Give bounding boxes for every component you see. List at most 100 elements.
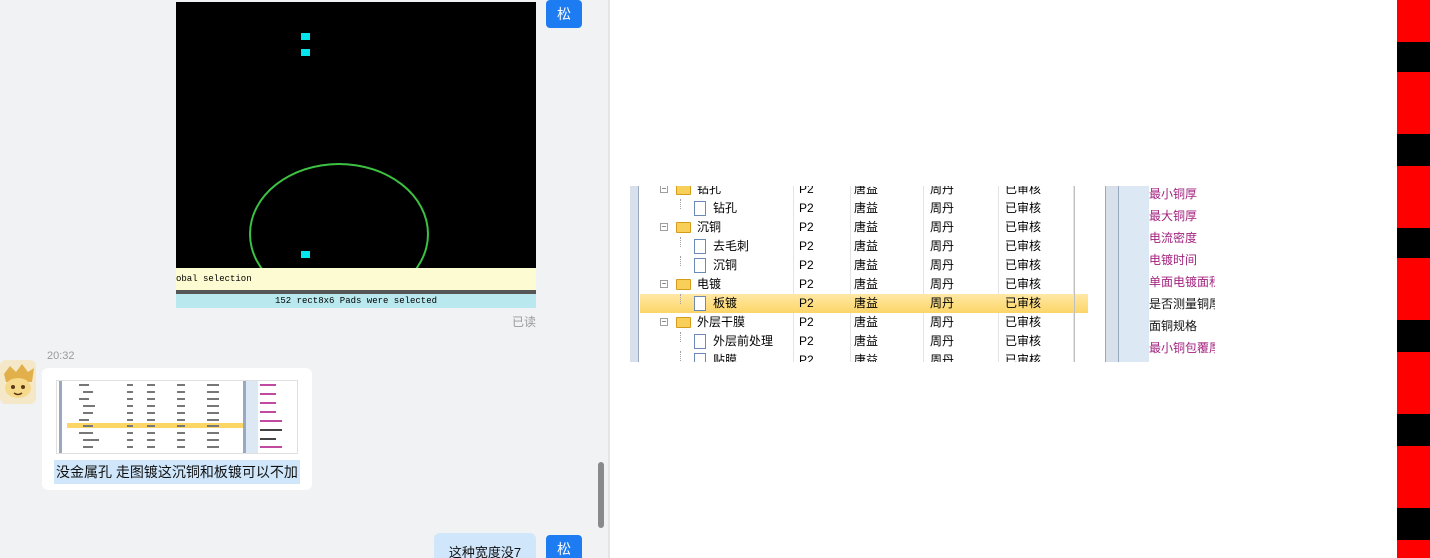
pad-marker [301, 33, 310, 40]
screenshot-selection-status: 152 rect8x6 Pads were selected [176, 294, 536, 308]
tree-item-name: 去毛刺 [713, 239, 750, 253]
tree-row[interactable]: 贴膜 P2 唐益 周丹 已审核 [640, 351, 1088, 362]
tree-item-status: 已审核 [1005, 353, 1042, 362]
tree-row[interactable]: − 沉铜 P2 唐益 周丹 已审核 [640, 218, 1088, 237]
tree-connector [680, 332, 681, 342]
strip-segment [1397, 0, 1430, 42]
folder-icon [676, 279, 691, 290]
strip-segment [1397, 414, 1430, 446]
tree-item-revision: P2 [799, 186, 814, 196]
document-icon [694, 334, 706, 349]
strip-segment [1397, 446, 1430, 508]
tree-row[interactable]: 去毛刺 P2 唐益 周丹 已审核 [640, 237, 1088, 256]
tree-item-status: 已审核 [1005, 334, 1042, 348]
tree-item-status: 已审核 [1005, 220, 1042, 234]
strip-segment [1397, 258, 1430, 320]
tree-row[interactable]: 沉铜 P2 唐益 周丹 已审核 [640, 256, 1088, 275]
tree-item-status: 已审核 [1005, 315, 1042, 329]
tree-item-maker: 唐益 [854, 334, 879, 348]
tree-item-status: 已审核 [1005, 186, 1042, 196]
tree-item-checker: 周丹 [930, 277, 955, 291]
tree-item-revision: P2 [799, 220, 814, 234]
collapse-toggle-icon[interactable]: − [660, 318, 668, 326]
tree-row[interactable]: 钻孔 P2 唐益 周丹 已审核 [640, 199, 1088, 218]
tree-item-checker: 周丹 [930, 353, 955, 362]
grid-separator [1074, 186, 1075, 362]
strip-segment [1397, 42, 1430, 72]
tree-item-name: 外层前处理 [713, 334, 774, 348]
tree-row[interactable]: − 外层干膜 P2 唐益 周丹 已审核 [640, 313, 1088, 332]
tree-item-maker: 唐益 [854, 296, 879, 310]
folder-icon [676, 317, 691, 328]
tree-splitter-bar [630, 186, 639, 362]
tree-connector [680, 237, 681, 247]
tree-item-name: 沉铜 [713, 258, 738, 272]
read-status: 已读 [512, 315, 537, 329]
tree-item-maker: 唐益 [854, 220, 879, 234]
tree-item-maker: 唐益 [854, 186, 879, 196]
strip-segment [1397, 352, 1430, 414]
contact-avatar[interactable] [0, 360, 36, 404]
contact-avatar-image [0, 360, 36, 404]
message-image-thumbnail[interactable] [56, 380, 298, 454]
tree-item-name: 电镀 [697, 277, 722, 291]
tree-item-revision: P2 [799, 334, 814, 348]
tree-row[interactable]: − 电镀 P2 唐益 周丹 已审核 [640, 275, 1088, 294]
tree-item-checker: 周丹 [930, 296, 955, 310]
strip-segment [1397, 540, 1430, 558]
my-avatar[interactable]: 松 [546, 535, 582, 558]
tree-item-checker: 周丹 [930, 201, 955, 215]
property-gutter [1119, 186, 1149, 362]
chat-scrollbar-thumb[interactable] [598, 462, 604, 528]
tree-item-checker: 周丹 [930, 258, 955, 272]
pad-marker [301, 49, 310, 56]
document-icon [694, 296, 706, 311]
tree-item-status: 已审核 [1005, 258, 1042, 272]
folder-icon [676, 222, 691, 233]
tree-item-checker: 周丹 [930, 220, 955, 234]
tree-item-revision: P2 [799, 296, 814, 310]
my-message-bubble[interactable]: 这种宽度没7 [434, 533, 536, 558]
tree-item-checker: 周丹 [930, 315, 955, 329]
my-avatar[interactable]: 松 [546, 0, 582, 28]
collapse-toggle-icon[interactable]: − [660, 280, 668, 288]
tree-item-checker: 周丹 [930, 186, 955, 196]
strip-segment [1397, 134, 1430, 166]
tree-item-maker: 唐益 [854, 277, 879, 291]
strip-segment [1397, 228, 1430, 258]
contact-message-bubble[interactable]: 没金属孔 走图镀这沉铜和板镀可以不加 [42, 368, 312, 490]
tree-item-revision: P2 [799, 277, 814, 291]
tree-row[interactable]: 板镀 P2 唐益 周丹 已审核 [640, 294, 1088, 313]
property-splitter-bar [1105, 186, 1119, 362]
document-icon [694, 201, 706, 216]
tree-item-revision: P2 [799, 239, 814, 253]
strip-segment [1397, 72, 1430, 134]
chat-panel: 松 obal selection 152 rect8x6 Pads were s… [0, 0, 596, 558]
tree-item-maker: 唐益 [854, 239, 879, 253]
screenshot-status-line: obal selection [176, 268, 536, 290]
tree-row[interactable]: 外层前处理 P2 唐益 周丹 已审核 [640, 332, 1088, 351]
collapse-toggle-icon[interactable]: − [660, 223, 668, 231]
tree-item-maker: 唐益 [854, 315, 879, 329]
tree-item-name: 钻孔 [697, 186, 722, 196]
tree-item-status: 已审核 [1005, 239, 1042, 253]
tree-item-status: 已审核 [1005, 201, 1042, 215]
collapse-toggle-icon[interactable]: − [660, 186, 668, 193]
tree-item-revision: P2 [799, 353, 814, 362]
screenshot-message-image[interactable]: obal selection 152 rect8x6 Pads were sel… [176, 2, 536, 308]
strip-segment [1397, 320, 1430, 352]
tree-connector [680, 256, 681, 266]
tree-row[interactable]: − 钻孔 P2 唐益 周丹 已审核 [640, 186, 1088, 199]
tree-item-name: 板镀 [713, 296, 738, 310]
strip-segment [1397, 166, 1430, 228]
contact-message-text: 没金属孔 走图镀这沉铜和板镀可以不加 [54, 460, 300, 484]
tree-item-revision: P2 [799, 201, 814, 215]
tree-item-status: 已审核 [1005, 296, 1042, 310]
folder-icon [676, 186, 691, 195]
message-timestamp: 20:32 [47, 350, 75, 362]
strip-segment [1397, 508, 1430, 540]
tree-item-revision: P2 [799, 258, 814, 272]
tree-item-maker: 唐益 [854, 258, 879, 272]
tree-item-name: 钻孔 [713, 201, 738, 215]
red-black-edge-strip [1397, 0, 1430, 558]
